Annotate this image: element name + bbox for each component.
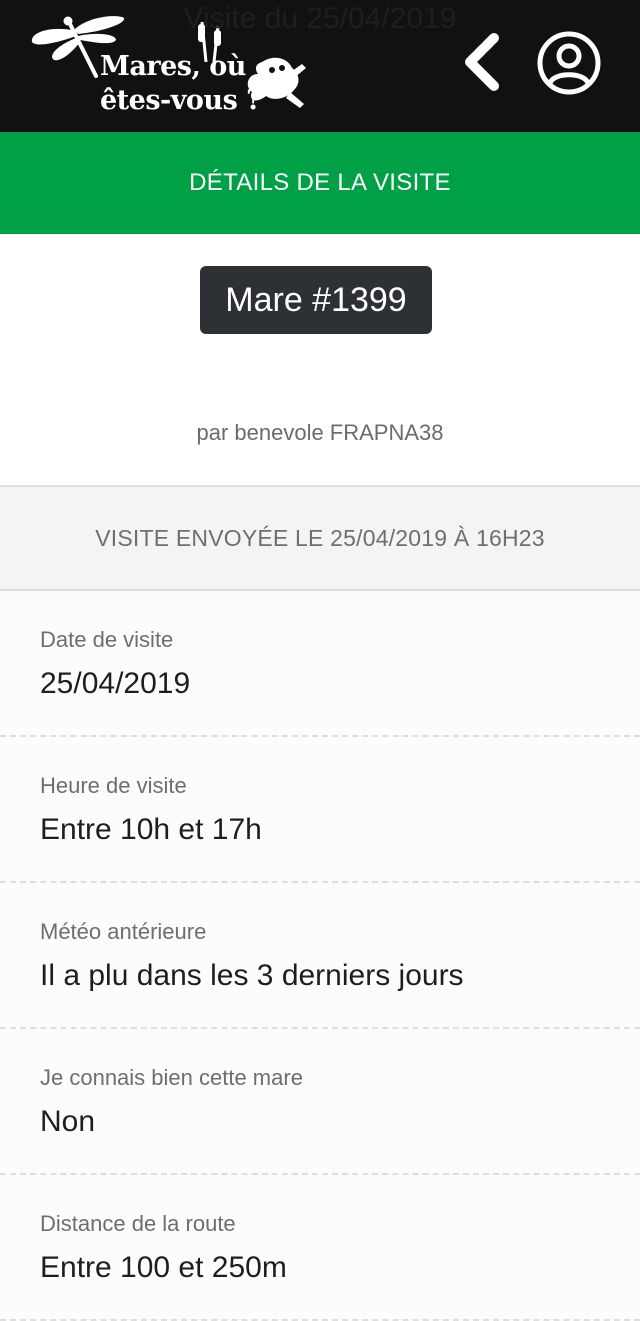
field-label: Distance de la route [40,1211,236,1236]
user-circle-icon [537,31,601,95]
field-label: Je connais bien cette mare [40,1065,303,1090]
logo-text: Mares, où êtes-vous ? [100,50,262,118]
page-title-bar: DÉTAILS DE LA VISITE [0,132,640,234]
back-button[interactable] [460,32,506,92]
field-connais-mare: Je connais bien cette mare Non [0,1029,640,1175]
page-title: DÉTAILS DE LA VISITE [189,169,451,196]
sent-status-banner: VISITE ENVOYÉE LE 25/04/2019 À 16H23 [0,487,640,591]
field-value: Entre 10h et 17h [40,813,262,846]
field-label: Météo antérieure [40,919,207,944]
account-button[interactable] [536,30,602,96]
sent-status-text: VISITE ENVOYÉE LE 25/04/2019 À 16H23 [95,524,545,551]
logo-line-1: Mares, où [100,51,246,82]
visit-author: par benevole FRAPNA38 [196,420,444,445]
field-label: Heure de visite [40,773,187,798]
field-value: Il a plu dans les 3 derniers jours [40,959,464,992]
field-value: 25/04/2019 [40,667,191,700]
field-meteo: Météo antérieure Il a plu dans les 3 der… [0,883,640,1029]
field-distance-route: Distance de la route Entre 100 et 250m [0,1175,640,1321]
logo-line-2: êtes-vous ? [100,85,262,116]
field-date-visite: Date de visite 25/04/2019 [0,591,640,737]
field-value: Non [40,1105,96,1138]
visit-summary: Mare #1399 Visite du 25/04/2019 par bene… [0,2,640,487]
visit-date: Visite du 25/04/2019 [183,2,457,35]
chevron-left-icon [465,33,499,91]
field-label: Date de visite [40,627,174,652]
field-heure-visite: Heure de visite Entre 10h et 17h [0,737,640,883]
mare-badge[interactable]: Mare #1399 [200,266,432,334]
